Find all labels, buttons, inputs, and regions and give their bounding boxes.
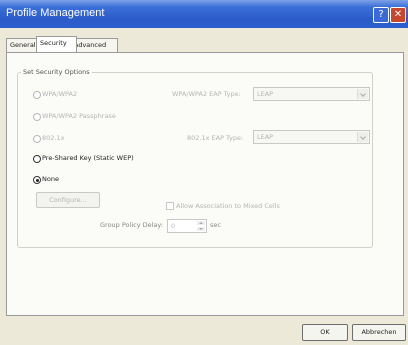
window-title: Profile Management bbox=[6, 7, 105, 19]
radio-wpa-wpa2[interactable] bbox=[33, 91, 41, 99]
allow-association-checkbox[interactable] bbox=[166, 202, 174, 210]
label-none: None bbox=[42, 175, 59, 183]
spin-down-icon[interactable] bbox=[197, 227, 205, 231]
wpa-eap-type-label: WPA/WPA2 EAP Type: bbox=[172, 90, 241, 98]
group-policy-value: 0 bbox=[171, 222, 176, 230]
wpa-eap-type-value: LEAP bbox=[257, 90, 274, 98]
configure-button[interactable]: Configure... bbox=[36, 192, 100, 208]
chevron-down-icon bbox=[357, 132, 368, 142]
dot1x-eap-type-select[interactable]: LEAP bbox=[253, 130, 370, 144]
wpa-eap-type-select[interactable]: LEAP bbox=[253, 87, 370, 101]
group-policy-label: Group Policy Delay: bbox=[100, 221, 163, 229]
group-title: Set Security Options bbox=[21, 68, 92, 76]
allow-association-label: Allow Association to Mixed Cells bbox=[176, 202, 280, 210]
tab-advanced[interactable]: Advanced bbox=[70, 38, 118, 52]
ok-button[interactable]: OK bbox=[302, 324, 348, 341]
label-wpa-passphrase: WPA/WPA2 Passphrase bbox=[42, 112, 116, 120]
chevron-down-icon bbox=[357, 89, 368, 99]
group-policy-unit: sec bbox=[210, 221, 221, 229]
radio-pre-shared-key[interactable] bbox=[33, 155, 41, 163]
dot1x-eap-type-label: 802.1x EAP Type: bbox=[187, 134, 244, 142]
spin-up-icon[interactable] bbox=[197, 221, 205, 225]
help-button[interactable]: ? bbox=[373, 7, 389, 23]
group-policy-spinner[interactable]: 0 bbox=[167, 219, 207, 233]
tab-security[interactable]: Security bbox=[36, 36, 77, 52]
radio-none[interactable] bbox=[33, 176, 41, 184]
radio-wpa-passphrase[interactable] bbox=[33, 113, 41, 121]
close-button[interactable]: ✕ bbox=[390, 7, 406, 23]
label-pre-shared-key: Pre-Shared Key (Static WEP) bbox=[42, 154, 134, 162]
cancel-button[interactable]: Abbrechen bbox=[352, 324, 406, 341]
label-wpa-wpa2: WPA/WPA2 bbox=[42, 90, 78, 98]
label-802-1x: 802.1x bbox=[42, 134, 65, 142]
title-bar: Profile Management ? ✕ bbox=[0, 0, 408, 28]
dot1x-eap-type-value: LEAP bbox=[257, 133, 274, 141]
profile-management-window: Profile Management ? ✕ General Security … bbox=[0, 0, 408, 345]
radio-802-1x[interactable] bbox=[33, 135, 41, 143]
